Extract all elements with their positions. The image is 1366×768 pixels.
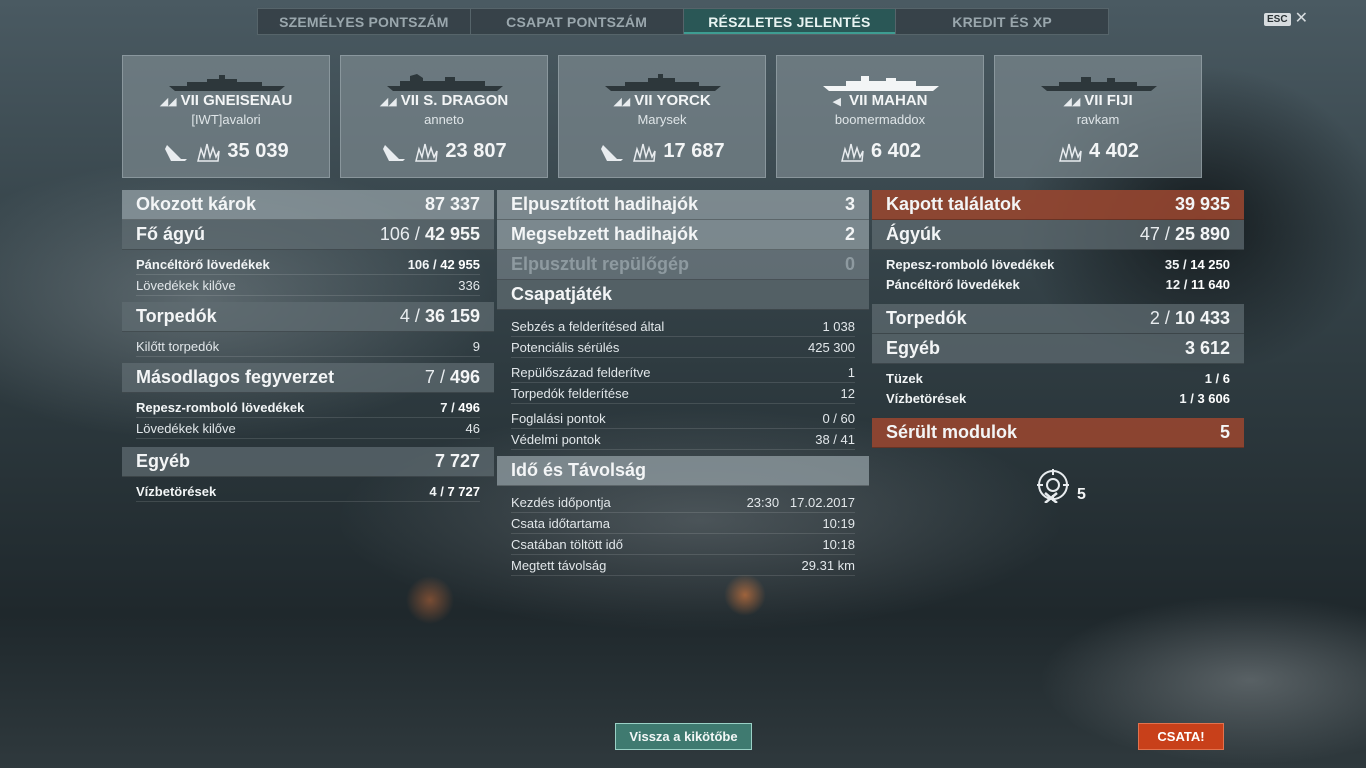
stat-row: Sebzés a felderítésed által 1 038	[511, 316, 855, 337]
main-battery-header: Fő ágyú 106 / 42 955	[122, 220, 494, 250]
player-card[interactable]: ◢◢ VII S. DRAGON anneto 23 807	[340, 55, 548, 178]
teamplay-header: Csapatjáték	[497, 280, 869, 310]
torpedo-header: Torpedók 4 / 36 159	[122, 302, 494, 332]
player-score: 4 402	[1088, 140, 1140, 162]
player-name: ravkam	[1076, 112, 1120, 127]
planes-destroyed-row: Elpusztult repülőgép 0	[497, 250, 869, 280]
report-tabs: SZEMÉLYES PONTSZÁM CSAPAT PONTSZÁM RÉSZL…	[257, 8, 1109, 35]
stat-row: Torpedók felderítése 12	[511, 383, 855, 404]
player-score: 35 039	[227, 140, 289, 162]
battle-stats-panel: Elpusztított hadihajók 3 Megsebzett hadi…	[497, 190, 869, 576]
stat-row: Lövedékek kilőve 336	[136, 275, 480, 296]
explosion-icon	[1059, 143, 1082, 162]
damaged-modules-summary: 5	[1035, 466, 1086, 504]
stat-row: Páncéltörő lövedékek 106 / 42 955	[136, 254, 480, 275]
player-score: 23 807	[445, 140, 507, 162]
time-distance-header: Idő és Távolság	[497, 456, 869, 486]
ship-tier: VII	[849, 92, 868, 109]
damaged-ships-row: Megsebzett hadihajók 2	[497, 220, 869, 250]
stat-row: Kezdés időpontja 23:30 17.02.2017	[511, 492, 855, 513]
close-icon[interactable]: ✕	[1295, 11, 1308, 27]
stat-row: Repesz-romboló lövedékek 7 / 496	[136, 397, 480, 418]
stat-row: Csata időtartama 10:19	[511, 513, 855, 534]
received-guns-header: Ágyúk 47 / 25 890	[872, 220, 1244, 250]
destroyed-ships-row: Elpusztított hadihajók 3	[497, 190, 869, 220]
back-to-port-button[interactable]: Vissza a kikötőbe	[615, 723, 752, 750]
ship-silhouette-icon	[1041, 77, 1157, 91]
ship-name: FIJI	[1106, 92, 1133, 109]
ship-silhouette-icon	[605, 74, 721, 91]
damaged-module-count: 5	[1077, 486, 1086, 503]
ship-name: YORCK	[656, 92, 711, 109]
ship-tier: VII	[180, 92, 199, 109]
player-card[interactable]: ◢◢ VII GNEISENAU [IWT]avalori 35 039	[122, 55, 330, 178]
stat-row: Potenciális sérülés 425 300	[511, 337, 855, 358]
stat-row: Lövedékek kilőve 46	[136, 418, 480, 439]
other-header: Egyéb 7 727	[122, 447, 494, 477]
tab-credits-xp[interactable]: KREDIT ÉS XP	[896, 9, 1108, 34]
damage-received-panel: Kapott találatok 39 935 Ágyúk 47 / 25 89…	[872, 190, 1244, 448]
player-card[interactable]: ◢◢ VII FIJI ravkam 4 402	[994, 55, 1202, 178]
sunk-ship-icon	[601, 144, 624, 161]
explosion-icon	[841, 143, 864, 162]
ship-class-icon: ◀	[832, 96, 841, 108]
player-name: anneto	[424, 112, 464, 127]
damaged-module-icon	[1037, 469, 1069, 503]
received-header: Kapott találatok 39 935	[872, 190, 1244, 220]
ship-class-icon: ◢◢	[159, 96, 177, 108]
stat-row: Repülőszázad felderítve 1	[511, 362, 855, 383]
esc-key-hint: ESC	[1264, 12, 1291, 26]
explosion-icon	[633, 143, 657, 162]
ship-silhouette-icon	[823, 76, 939, 91]
damaged-modules-header: Sérült modulok 5	[872, 418, 1244, 448]
player-card[interactable]: ◀ VII MAHAN boomermaddox 6 402	[776, 55, 984, 178]
received-torpedo-header: Torpedók 2 / 10 433	[872, 304, 1244, 334]
ship-tier: VII	[1084, 92, 1103, 109]
sunk-ship-icon	[383, 144, 406, 161]
ship-tier: VII	[634, 92, 653, 109]
received-other-header: Egyéb 3 612	[872, 334, 1244, 364]
ship-name: MAHAN	[871, 92, 928, 109]
ship-silhouette-icon	[169, 75, 285, 91]
player-score: 17 687	[663, 140, 725, 162]
tab-team-score[interactable]: CSAPAT PONTSZÁM	[471, 9, 684, 34]
stat-row: Vízbetörések 4 / 7 727	[136, 481, 480, 502]
stat-row: Védelmi pontok 38 / 41	[511, 429, 855, 450]
secondary-header: Másodlagos fegyverzet 7 / 496	[122, 363, 494, 393]
ship-tier: VII	[400, 92, 420, 109]
stat-row: Páncéltörő lövedékek 12 / 11 640	[886, 276, 1230, 292]
damage-dealt-panel: Okozott károk 87 337 Fő ágyú 106 / 42 95…	[122, 190, 494, 502]
player-name: Marysek	[637, 112, 687, 127]
stat-row: Vízbetörések 1 / 3 606	[886, 390, 1230, 406]
tab-detailed-report[interactable]: RÉSZLETES JELENTÉS	[683, 9, 897, 34]
stat-row: Foglalási pontok 0 / 60	[511, 408, 855, 429]
ship-name: S. DRAGON	[423, 92, 509, 109]
ship-name: GNEISENAU	[203, 92, 293, 109]
ship-class-icon: ◢◢	[613, 96, 631, 108]
stat-row: Tüzek 1 / 6	[886, 370, 1230, 386]
player-score: 6 402	[870, 140, 922, 162]
stat-row: Kilőtt torpedók 9	[136, 336, 480, 357]
player-card[interactable]: ◢◢ VII YORCK Marysek 17 687	[558, 55, 766, 178]
stat-row: Csatában töltött idő 10:18	[511, 534, 855, 555]
stat-row: Megtett távolság 29.31 km	[511, 555, 855, 576]
stat-row: Repesz-romboló lövedékek 35 / 14 250	[886, 256, 1230, 272]
explosion-icon	[415, 143, 439, 162]
damage-dealt-header: Okozott károk 87 337	[122, 190, 494, 220]
close-button[interactable]: ESC ✕	[1264, 11, 1308, 27]
ship-class-icon: ◢◢	[1063, 96, 1081, 108]
player-name: boomermaddox	[834, 112, 926, 127]
tab-personal-score[interactable]: SZEMÉLYES PONTSZÁM	[258, 9, 471, 34]
top-players: ◢◢ VII GNEISENAU [IWT]avalori 35 039 ◢◢ VI…	[122, 55, 1202, 178]
battle-button[interactable]: CSATA!	[1138, 723, 1224, 750]
explosion-icon	[197, 143, 221, 162]
ship-class-icon: ◢◢	[379, 96, 397, 108]
sunk-ship-icon	[165, 144, 188, 161]
ship-silhouette-icon	[387, 74, 503, 91]
player-name: [IWT]avalori	[191, 112, 261, 127]
